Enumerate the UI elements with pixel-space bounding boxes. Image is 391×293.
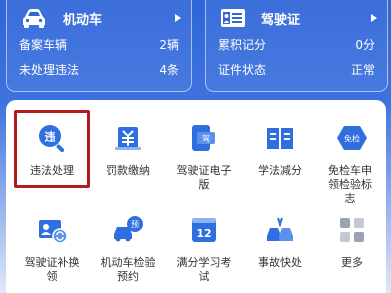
services-panel: 违 违法处理 罚款缴纳 驾 驾驶证电子版 学法减分 免检 免检车申领检验标志 驾… bbox=[6, 100, 386, 293]
row-label: 未处理违法 bbox=[19, 63, 80, 77]
inspection-booking-icon: 预 bbox=[114, 216, 143, 242]
e-license-icon: 驾 bbox=[192, 125, 215, 151]
accumulated-points-row: 累积记分 0分 bbox=[218, 36, 375, 54]
service-study-deduction[interactable]: 学法减分 bbox=[242, 108, 318, 200]
service-accident-handling[interactable]: 事故快处 bbox=[242, 200, 318, 292]
service-exempt-inspection[interactable]: 免检 免检车申领检验标志 bbox=[310, 108, 386, 205]
service-label: 驾驶证电子版 bbox=[176, 164, 232, 191]
study-book-icon bbox=[267, 128, 293, 149]
registered-vehicles-row: 备案车辆 2辆 bbox=[19, 36, 179, 54]
more-grid-icon bbox=[340, 218, 364, 242]
row-value: 2辆 bbox=[159, 38, 179, 52]
chevron-right-icon bbox=[371, 14, 377, 22]
svg-text:12: 12 bbox=[196, 227, 211, 240]
service-label: 更多 bbox=[341, 256, 363, 269]
full-score-exam-icon: 12 bbox=[192, 218, 216, 242]
license-replace-icon bbox=[39, 220, 68, 244]
service-label: 满分学习考试 bbox=[176, 256, 232, 283]
vehicle-card-header[interactable]: 机动车 bbox=[7, 6, 191, 30]
vehicle-card[interactable]: 机动车 备案车辆 2辆 未处理违法 4条 bbox=[6, 0, 192, 92]
svg-text:驾: 驾 bbox=[202, 134, 210, 144]
unprocessed-violations-row: 未处理违法 4条 bbox=[19, 61, 179, 79]
service-more[interactable]: 更多 bbox=[310, 200, 386, 292]
service-label: 机动车检验预约 bbox=[100, 256, 156, 283]
service-label: 罚款缴纳 bbox=[106, 164, 150, 177]
row-label: 累积记分 bbox=[218, 38, 267, 52]
vehicle-card-title: 机动车 bbox=[63, 13, 103, 28]
license-card[interactable]: 驾驶证 累积记分 0分 证件状态 正常 bbox=[205, 0, 388, 92]
service-license-replacement[interactable]: 驾驶证补换领 bbox=[14, 200, 90, 292]
fine-payment-icon bbox=[115, 127, 141, 150]
car-icon bbox=[23, 9, 45, 28]
row-value: 0分 bbox=[355, 38, 375, 52]
license-card-header[interactable]: 驾驶证 bbox=[206, 6, 387, 30]
service-full-score-exam[interactable]: 12 满分学习考试 bbox=[166, 200, 242, 292]
exempt-inspection-icon: 免检 bbox=[337, 126, 367, 150]
service-label: 学法减分 bbox=[258, 164, 302, 177]
row-value: 正常 bbox=[350, 63, 375, 77]
license-status-row: 证件状态 正常 bbox=[218, 61, 375, 79]
license-card-title: 驾驶证 bbox=[261, 13, 301, 28]
chevron-right-icon bbox=[175, 14, 181, 22]
service-e-license[interactable]: 驾 驾驶证电子版 bbox=[166, 108, 242, 200]
selected-service-highlight bbox=[14, 110, 90, 188]
svg-text:免检: 免检 bbox=[344, 134, 360, 144]
service-label: 驾驶证补换领 bbox=[24, 256, 80, 283]
row-value: 4条 bbox=[159, 63, 179, 77]
svg-text:预: 预 bbox=[131, 219, 139, 229]
service-inspection-booking[interactable]: 预 机动车检验预约 bbox=[90, 200, 166, 292]
row-label: 证件状态 bbox=[218, 63, 267, 77]
row-label: 备案车辆 bbox=[19, 38, 68, 52]
service-label: 事故快处 bbox=[258, 256, 302, 269]
service-fine-payment[interactable]: 罚款缴纳 bbox=[90, 108, 166, 200]
accident-icon bbox=[267, 217, 293, 241]
id-card-icon bbox=[221, 9, 245, 27]
